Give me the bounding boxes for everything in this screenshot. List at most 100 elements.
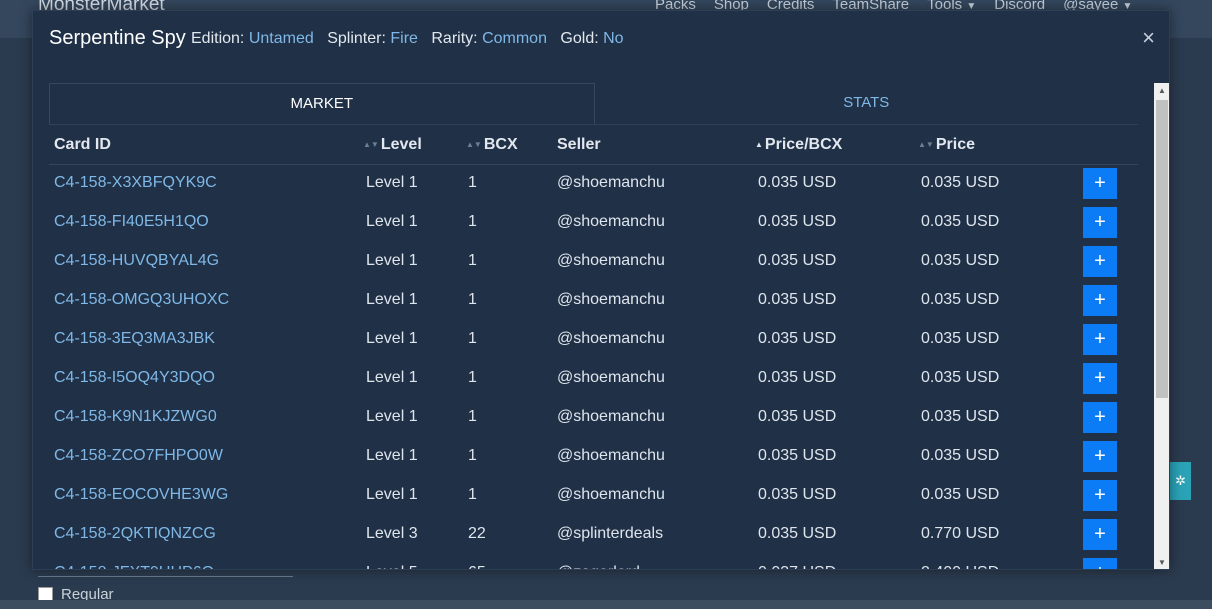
divider <box>38 576 293 577</box>
seller-cell: @shoemanchu <box>557 252 665 269</box>
header-level[interactable]: ▲▼ Level <box>363 136 422 154</box>
bcx-cell: 22 <box>468 525 486 542</box>
bcx-cell: 65 <box>468 564 486 569</box>
table-row: C4-158-FI40E5H1QO Level 1 1 @shoemanchu 0.03… <box>49 204 1138 243</box>
add-to-cart-button[interactable]: + <box>1083 324 1117 355</box>
price-bcx-cell: 0.035 USD <box>758 213 837 230</box>
bcx-cell: 1 <box>468 408 477 425</box>
table-row: C4-158-I5OQ4Y3DQO Level 1 1 @shoemanchu 0.03… <box>49 360 1138 399</box>
header-seller[interactable]: Seller <box>557 136 601 154</box>
bcx-cell: 1 <box>468 330 477 347</box>
header-bcx[interactable]: ▲▼ BCX <box>466 136 518 154</box>
price-bcx-cell: 0.035 USD <box>758 174 837 191</box>
table-row: C4-158-JFXT9UHP6O Level 5 65 @zagorlord 0.03… <box>49 555 1138 569</box>
add-to-cart-button[interactable]: + <box>1083 441 1117 472</box>
level-cell: Level 1 <box>366 291 418 308</box>
table-body: C4-158-X3XBFQYK9C Level 1 1 @shoemanchu 0.03… <box>49 165 1138 569</box>
header-level-label: Level <box>380 136 422 153</box>
card-id-link[interactable]: C4-158-2QKTIQNZCG <box>54 525 216 543</box>
close-icon[interactable]: × <box>1142 26 1155 50</box>
add-to-cart-button[interactable]: + <box>1083 207 1117 238</box>
add-to-cart-button[interactable]: + <box>1083 246 1117 277</box>
header-bcx-label: BCX <box>483 136 518 153</box>
level-cell: Level 3 <box>366 525 418 542</box>
price-cell: 0.035 USD <box>921 252 1000 269</box>
seller-cell: @shoemanchu <box>557 369 665 386</box>
add-to-cart-button[interactable]: + <box>1083 558 1117 569</box>
price-bcx-cell: 0.035 USD <box>758 252 837 269</box>
add-to-cart-button[interactable]: + <box>1083 519 1117 550</box>
seller-cell: @splinterdeals <box>557 525 664 542</box>
header-price-bcx[interactable]: ▲ Price/BCX <box>755 136 842 154</box>
scroll-thumb[interactable] <box>1156 100 1168 398</box>
scrollbar[interactable]: ▲ ▼ <box>1154 83 1169 569</box>
bcx-cell: 1 <box>468 252 477 269</box>
seller-cell: @shoemanchu <box>557 174 665 191</box>
price-cell: 0.035 USD <box>921 486 1000 503</box>
level-cell: Level 1 <box>366 174 418 191</box>
seller-cell: @zagorlord <box>557 564 640 569</box>
card-id-link[interactable]: C4-158-FI40E5H1QO <box>54 213 209 231</box>
card-id-link[interactable]: C4-158-ZCO7FHPO0W <box>54 447 223 465</box>
modal-header: Serpentine Spy Edition: Untamed Splinter… <box>33 11 1169 67</box>
rarity-value: Common <box>482 30 547 47</box>
card-meta: Edition: Untamed Splinter: Fire Rarity: … <box>191 30 633 48</box>
add-to-cart-button[interactable]: + <box>1083 402 1117 433</box>
table-row: C4-158-K9N1KJZWG0 Level 1 1 @shoemanchu 0.03… <box>49 399 1138 438</box>
price-bcx-cell: 0.035 USD <box>758 369 837 386</box>
seller-cell: @shoemanchu <box>557 330 665 347</box>
sort-icon: ▲▼ <box>466 140 482 149</box>
card-id-link[interactable]: C4-158-X3XBFQYK9C <box>54 174 217 192</box>
table-row: C4-158-OMGQ3UHOXC Level 1 1 @shoemanchu 0.03… <box>49 282 1138 321</box>
card-id-link[interactable]: C4-158-I5OQ4Y3DQO <box>54 369 215 387</box>
price-cell: 0.035 USD <box>921 174 1000 191</box>
tab-stats[interactable]: STATS <box>595 83 1139 124</box>
header-price-bcx-label: Price/BCX <box>764 136 843 153</box>
splinter-label: Splinter: <box>327 30 386 47</box>
level-cell: Level 5 <box>366 564 418 569</box>
card-id-link[interactable]: C4-158-OMGQ3UHOXC <box>54 291 229 309</box>
header-price-label: Price <box>935 136 975 153</box>
bcx-cell: 1 <box>468 174 477 191</box>
listings-table: Card ID ▲▼ Level ▲▼ BCX Seller ▲ Price/BCX … <box>49 125 1138 569</box>
gold-label: Gold: <box>560 30 599 47</box>
price-cell: 0.035 USD <box>921 330 1000 347</box>
taskbar <box>0 600 1212 609</box>
scroll-up-icon[interactable]: ▲ <box>1154 83 1169 99</box>
price-bcx-cell: 0.035 USD <box>758 291 837 308</box>
card-id-link[interactable]: C4-158-EOCOVHE3WG <box>54 486 228 504</box>
card-id-link[interactable]: C4-158-K9N1KJZWG0 <box>54 408 217 426</box>
price-cell: 0.035 USD <box>921 369 1000 386</box>
price-cell: 0.770 USD <box>921 525 1000 542</box>
level-cell: Level 1 <box>366 213 418 230</box>
price-bcx-cell: 0.035 USD <box>758 447 837 464</box>
modal-title: Serpentine Spy <box>49 27 186 49</box>
card-id-link[interactable]: C4-158-3EQ3MA3JBK <box>54 330 215 348</box>
price-cell: 0.035 USD <box>921 408 1000 425</box>
table-header: Card ID ▲▼ Level ▲▼ BCX Seller ▲ Price/BCX … <box>49 125 1138 165</box>
edition-value: Untamed <box>248 30 314 47</box>
table-row: C4-158-2QKTIQNZCG Level 3 22 @splinterdeals… <box>49 516 1138 555</box>
header-price[interactable]: ▲▼ Price <box>918 136 975 154</box>
add-to-cart-button[interactable]: + <box>1083 363 1117 394</box>
price-bcx-cell: 0.037 USD <box>758 564 836 569</box>
level-cell: Level 1 <box>366 330 418 347</box>
add-to-cart-button[interactable]: + <box>1083 168 1117 199</box>
add-to-cart-button[interactable]: + <box>1083 480 1117 511</box>
level-cell: Level 1 <box>366 369 418 386</box>
card-id-link[interactable]: C4-158-JFXT9UHP6O <box>54 564 214 569</box>
price-bcx-cell: 0.035 USD <box>758 525 837 542</box>
tab-market[interactable]: MARKET <box>49 83 595 124</box>
bcx-cell: 1 <box>468 447 477 464</box>
table-row: C4-158-HUVQBYAL4G Level 1 1 @shoemanchu 0.03… <box>49 243 1138 282</box>
card-id-link[interactable]: C4-158-HUVQBYAL4G <box>54 252 219 270</box>
gold-value: No <box>603 30 624 47</box>
level-cell: Level 1 <box>366 252 418 269</box>
bcx-cell: 1 <box>468 213 477 230</box>
header-card-id[interactable]: Card ID <box>54 136 111 154</box>
price-cell: 2.400 USD <box>921 564 999 569</box>
gear-icon[interactable]: ✲ <box>1170 462 1191 500</box>
price-cell: 0.035 USD <box>921 447 1000 464</box>
add-to-cart-button[interactable]: + <box>1083 285 1117 316</box>
scroll-down-icon[interactable]: ▼ <box>1154 555 1169 569</box>
